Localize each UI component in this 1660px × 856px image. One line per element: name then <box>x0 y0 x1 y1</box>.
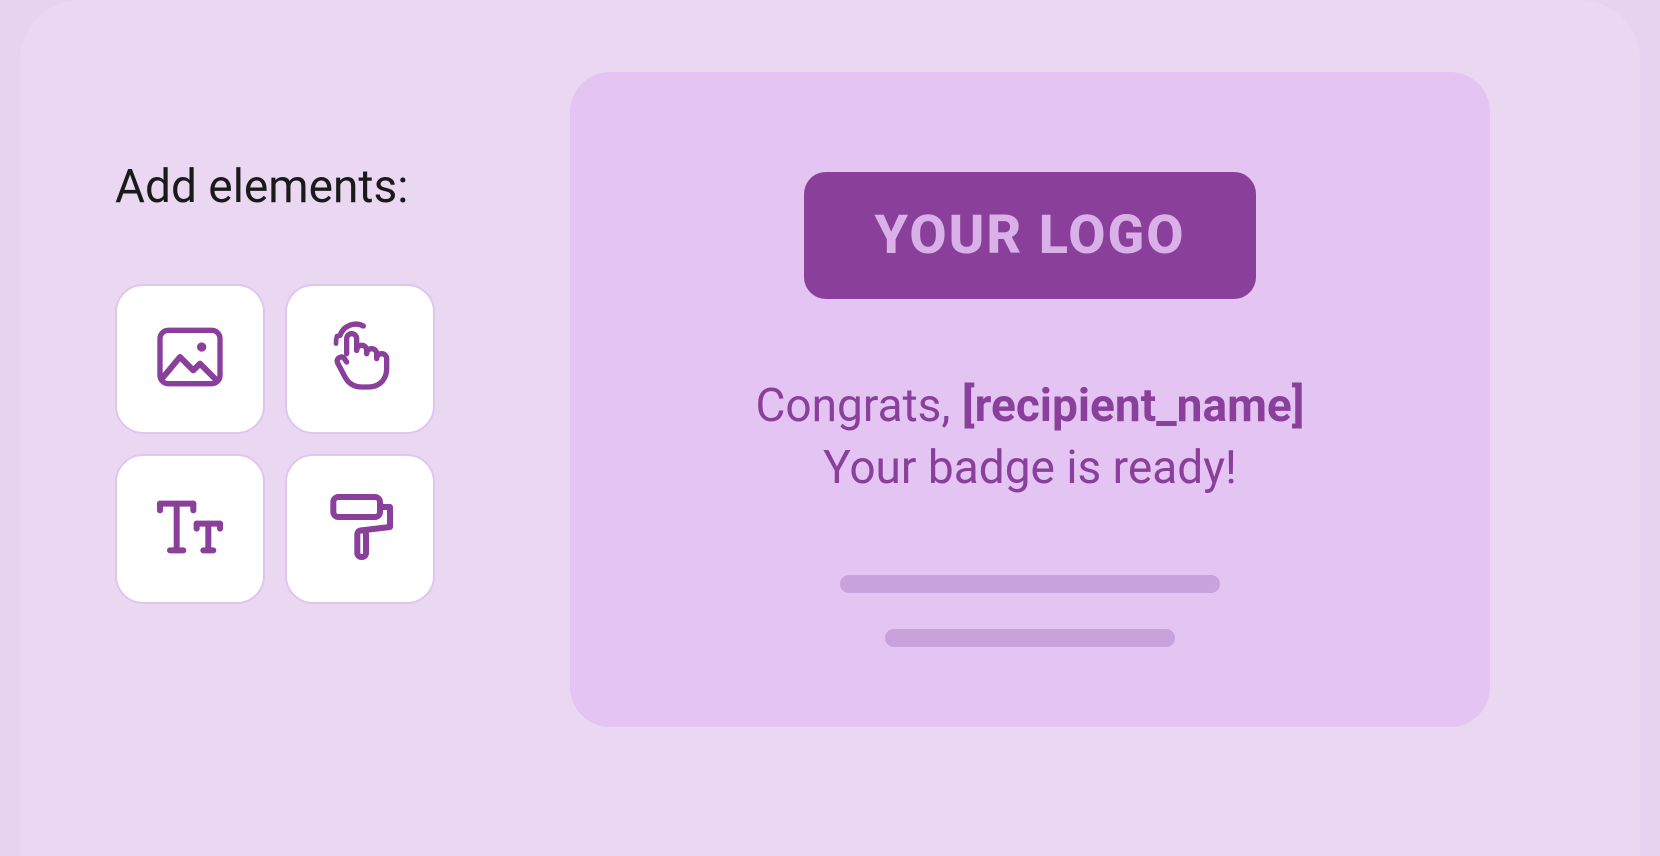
add-button-button[interactable] <box>285 284 435 434</box>
paint-roller-icon <box>320 487 400 571</box>
recipient-placeholder: [recipient_name] <box>962 379 1305 433</box>
add-image-button[interactable] <box>115 284 265 434</box>
editor-panel: Add elements: <box>20 0 1640 856</box>
logo-placeholder[interactable]: YOUR LOGO <box>804 172 1255 299</box>
placeholder-bar <box>885 629 1175 647</box>
email-canvas[interactable]: YOUR LOGO Congrats, [recipient_name] You… <box>570 72 1490 727</box>
button-icon <box>320 317 400 401</box>
body-placeholder <box>840 575 1220 647</box>
message-line-1[interactable]: Congrats, [recipient_name] <box>755 379 1304 433</box>
text-icon <box>150 487 230 571</box>
tool-grid <box>115 284 470 604</box>
image-icon <box>150 317 230 401</box>
message-line-2[interactable]: Your badge is ready! <box>823 441 1237 495</box>
sidebar: Add elements: <box>20 0 470 856</box>
message-prefix: Congrats, <box>755 379 961 433</box>
sidebar-title: Add elements: <box>115 160 470 214</box>
placeholder-bar <box>840 575 1220 593</box>
canvas-area: YOUR LOGO Congrats, [recipient_name] You… <box>470 0 1640 856</box>
add-text-button[interactable] <box>115 454 265 604</box>
add-style-button[interactable] <box>285 454 435 604</box>
